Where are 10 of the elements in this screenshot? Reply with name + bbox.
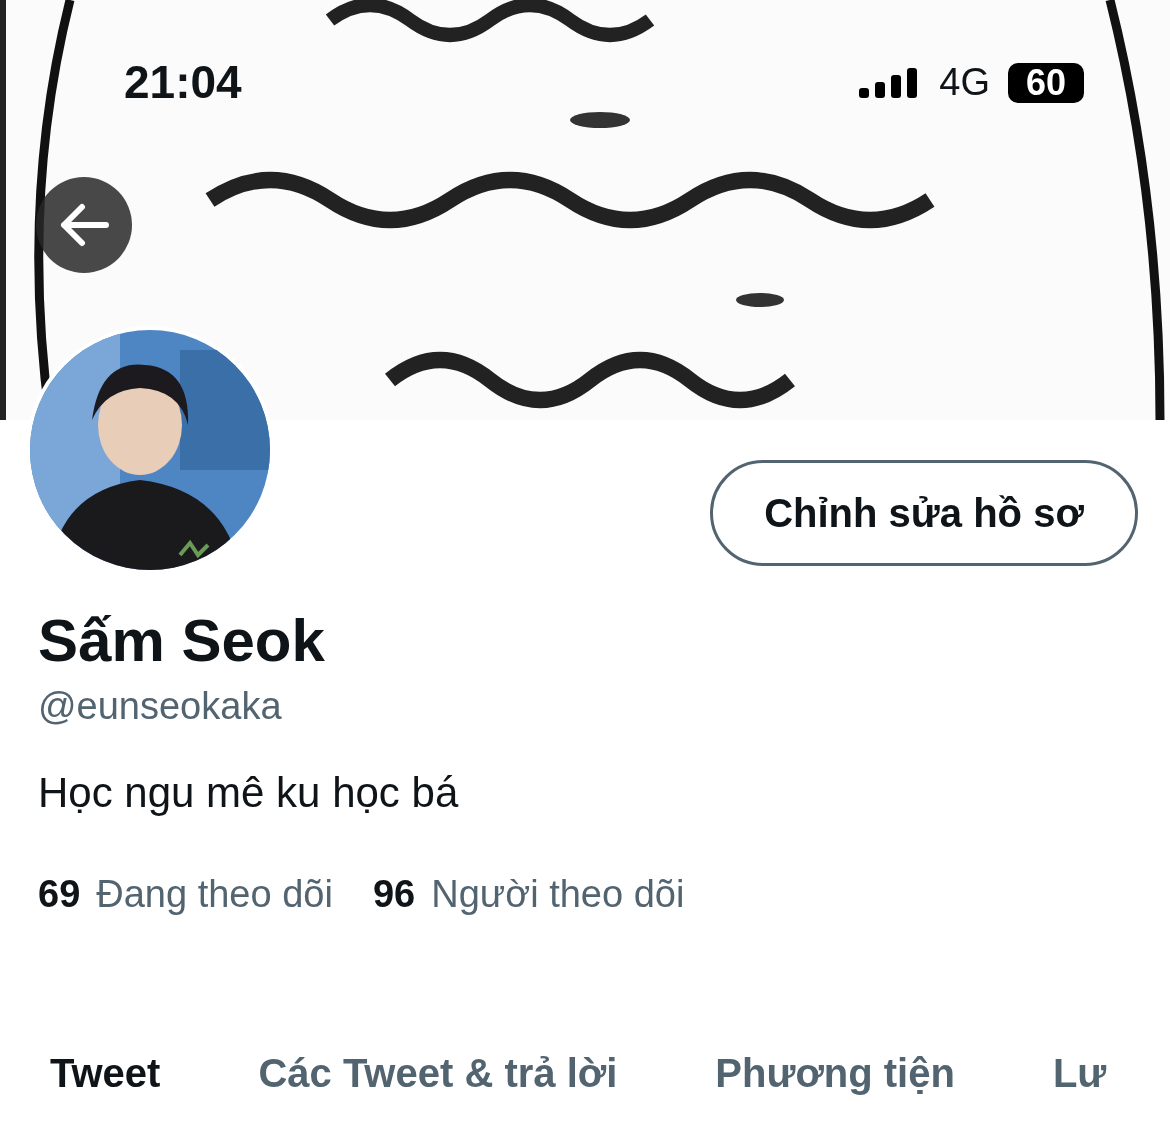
edit-profile-button[interactable]: Chỉnh sửa hồ sơ — [710, 460, 1138, 566]
profile-tab[interactable]: Các Tweet & trả lời — [258, 1043, 618, 1103]
follow-stat[interactable]: 69 Đang theo dõi — [38, 866, 333, 923]
profile-name: Sấm Seok — [38, 608, 326, 674]
profile-tab[interactable]: Lư — [1052, 1043, 1107, 1103]
profile-tab[interactable]: Tweet — [50, 1043, 161, 1103]
follow-stat[interactable]: 96 Người theo dõi — [372, 866, 685, 923]
profile-bio: Học ngu mê ku học bá — [38, 768, 460, 818]
profile-tab[interactable]: Phương tiện — [715, 1043, 955, 1103]
profile-handle: @eunseokaka — [38, 684, 283, 729]
